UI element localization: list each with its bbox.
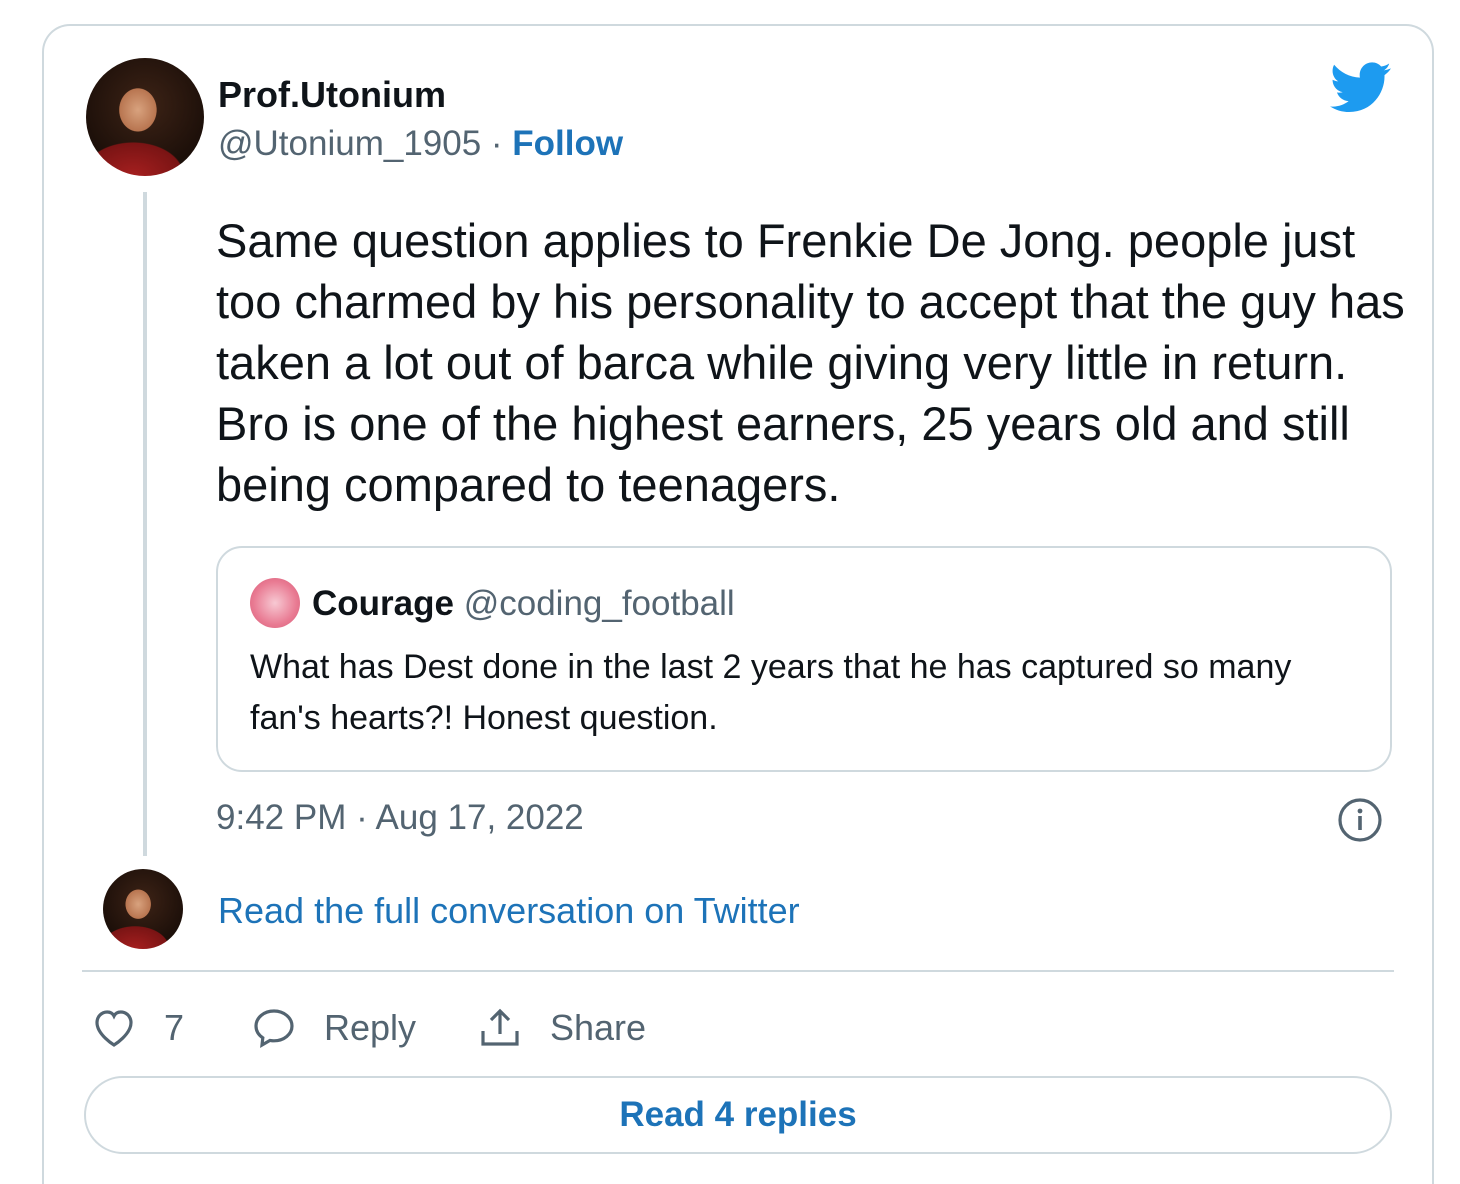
share-label: Share (550, 1007, 647, 1048)
share-upload-icon (481, 1008, 519, 1046)
heart-icon (95, 1010, 133, 1047)
thread-connector-line (143, 192, 147, 856)
quoted-tweet-header: Courage @coding_football (312, 584, 735, 624)
like-button[interactable]: 7 (90, 1002, 184, 1054)
speech-bubble-icon (254, 1009, 294, 1048)
conversation-avatar (103, 869, 183, 949)
author-display-name[interactable]: Prof.Utonium (218, 74, 446, 116)
tweet-timestamp[interactable]: 9:42 PM · Aug 17, 2022 (216, 798, 584, 838)
handle-separator: · (481, 124, 513, 163)
quoted-tweet-text: What has Dest done in the last 2 years t… (250, 648, 1292, 737)
reply-label: Reply (324, 1007, 417, 1048)
author-avatar[interactable] (86, 58, 204, 176)
read-full-conversation-link[interactable]: Read the full conversation on Twitter (218, 890, 800, 932)
share-button[interactable]: Share (476, 1002, 646, 1054)
twitter-bird-icon[interactable] (1330, 62, 1392, 114)
quoted-author-avatar (250, 578, 300, 628)
reply-button[interactable]: Reply (250, 1002, 416, 1054)
follow-button[interactable]: Follow (512, 124, 623, 163)
like-count: 7 (164, 1007, 185, 1048)
tweet-body-text: Same question applies to Frenkie De Jong… (216, 214, 1405, 511)
quoted-author-handle: @coding_football (463, 584, 735, 623)
quoted-tweet[interactable]: Courage @coding_football What has Dest d… (216, 546, 1392, 772)
quoted-author-name: Courage (312, 584, 454, 623)
info-icon[interactable] (1336, 796, 1384, 844)
divider (82, 970, 1394, 972)
author-handle-line: @Utonium_1905 · Follow (218, 124, 623, 164)
author-handle[interactable]: @Utonium_1905 (218, 124, 481, 163)
read-replies-button[interactable]: Read 4 replies (84, 1076, 1392, 1154)
